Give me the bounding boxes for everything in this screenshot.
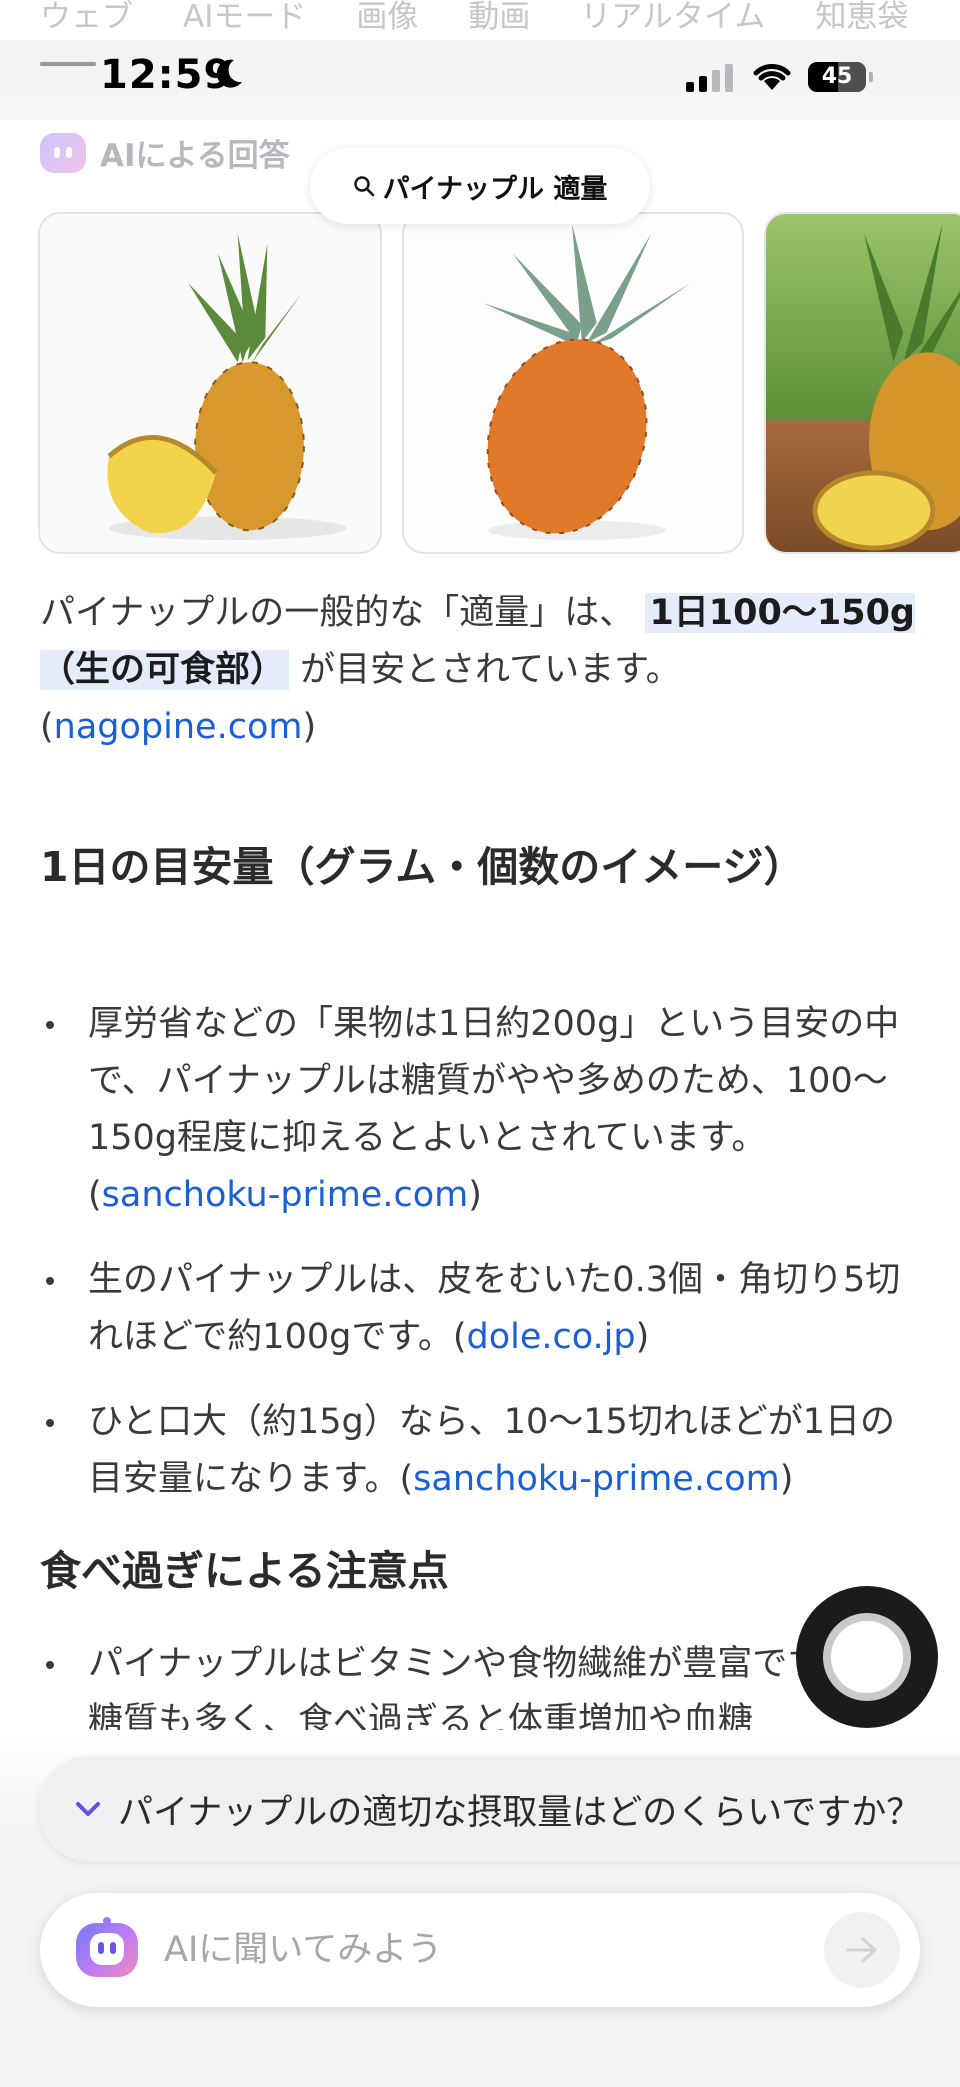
pineapple-image-1[interactable]: [38, 212, 382, 554]
chevron-down-icon: [76, 1802, 100, 1816]
ask-ai-input[interactable]: [138, 1929, 824, 1971]
intro-paragraph: パイナップルの一般的な「適量」は、 1日100〜150g（生の可食部） が目安と…: [40, 593, 915, 747]
moon-icon: [214, 58, 244, 94]
pineapple-photo-1: [107, 233, 347, 541]
arrow-right-icon: [846, 1937, 877, 1963]
cellular-signal-icon: [686, 64, 733, 92]
query-text: パイナップル 適量: [382, 173, 608, 205]
section-heading-caution: 食べ過ぎによる注意点: [40, 1547, 449, 1595]
screen-capture-button[interactable]: [796, 1586, 938, 1728]
list-item-text: 厚労省などの「果物は1日約200g」という目安の中で、パイナップルは糖質がやや多…: [88, 1004, 900, 1158]
wifi-icon: [750, 60, 794, 96]
query-pill[interactable]: パイナップル 適量: [310, 148, 650, 224]
suggested-question-chip[interactable]: パイナップルの適切な摂取量はどのくらいですか？: [38, 1756, 960, 1862]
source-link[interactable]: nagopine.com: [54, 707, 303, 747]
amount-list: 厚労省などの「果物は1日約200g」という目安の中で、パイナップルは糖質がやや多…: [0, 996, 960, 1536]
capture-button-inner: [823, 1613, 911, 1701]
ai-answer-label: AIによる回答: [100, 138, 290, 174]
pineapple-image-2[interactable]: [402, 212, 744, 554]
tab-chiebukuro[interactable]: 知恵袋: [815, 0, 908, 40]
tab-web[interactable]: ウェブ: [40, 0, 133, 40]
source-link[interactable]: dole.co.jp: [466, 1317, 635, 1357]
suggested-question-text: パイナップルの適切な摂取量はどのくらいですか？: [118, 1792, 922, 1833]
send-button[interactable]: [824, 1912, 900, 1988]
pineapple-image-3[interactable]: [764, 212, 960, 554]
tab-ai-mode[interactable]: AIモード: [183, 0, 306, 40]
list-item: 厚労省などの「果物は1日約200g」という目安の中で、パイナップルは糖質がやや多…: [0, 996, 960, 1224]
tab-videos[interactable]: 動画: [468, 0, 530, 40]
ai-bot-icon: [40, 132, 86, 173]
battery-level: 45: [821, 64, 853, 89]
list-item-text: パイナップルはビタミンや食物繊維が豊富ですが、糖質も多く、食べ過ぎると体重増加や…: [88, 1644, 892, 1736]
list-item: 生のパイナップルは、皮をむいた0.3個・角切り5切れほどで約100gです。(do…: [0, 1252, 960, 1366]
ai-assistant-icon: [76, 1917, 138, 1977]
tab-realtime[interactable]: リアルタイム: [580, 0, 765, 40]
ask-ai-bar: [40, 1893, 920, 2007]
search-icon: [353, 176, 374, 197]
active-tab-indicator: [40, 62, 96, 66]
source-link[interactable]: sanchoku-prime.com: [102, 1175, 469, 1215]
intro-prefix: パイナップルの一般的な「適量」は、: [40, 593, 635, 633]
search-type-tabs: ウェブ AIモード 画像 動画 リアルタイム 知恵袋: [0, 0, 960, 40]
intro-suffix: が目安とされています。: [300, 650, 681, 690]
list-item: ひと口大（約15g）なら、10〜15切れほどが1日の目安量になります。(sanc…: [0, 1394, 960, 1508]
ai-answer-header: AIによる回答: [40, 130, 290, 175]
tab-images[interactable]: 画像: [356, 0, 418, 40]
status-time: 12:59: [100, 52, 233, 98]
pineapple-photo-3: [812, 223, 960, 551]
pineapple-photo-2: [483, 223, 691, 541]
battery-icon: 45: [808, 62, 873, 92]
source-link[interactable]: sanchoku-prime.com: [413, 1459, 780, 1499]
section-heading-amount: 1日の目安量（グラム・個数のイメージ）: [40, 843, 805, 891]
